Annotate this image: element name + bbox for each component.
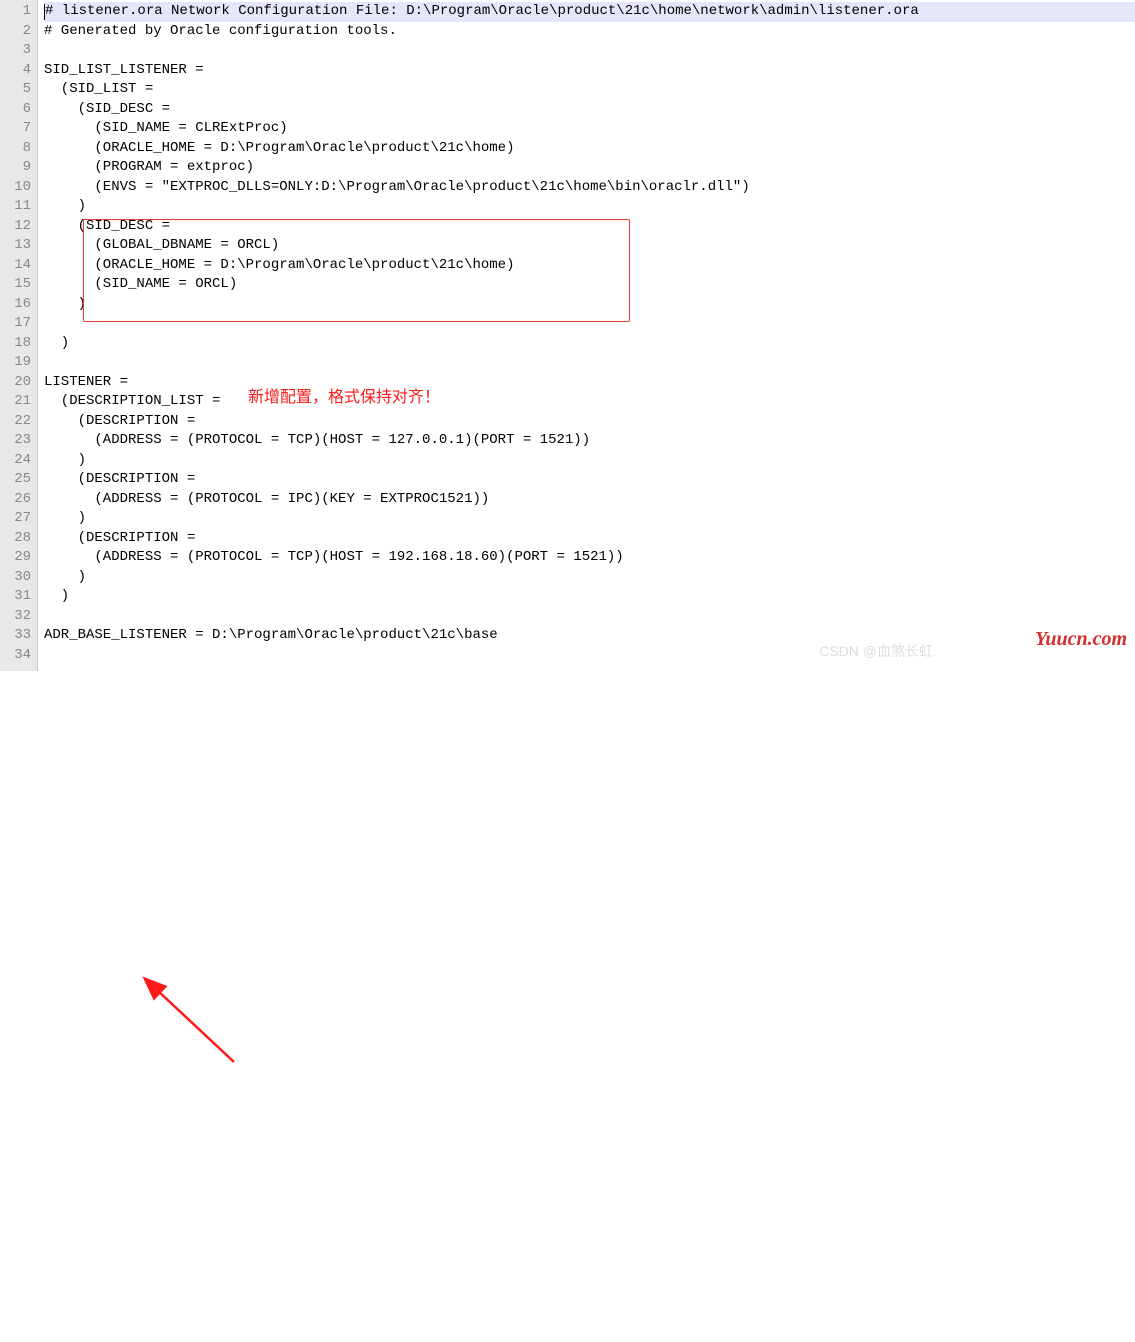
line-number: 11 (10, 197, 31, 217)
code-line[interactable]: (DESCRIPTION = (44, 529, 1135, 549)
code-line[interactable]: ) (44, 509, 1135, 529)
code-editor: 1234567891011121314151617181920212223242… (0, 0, 1135, 671)
line-number: 4 (10, 61, 31, 81)
line-number: 29 (10, 548, 31, 568)
line-number: 10 (10, 178, 31, 198)
line-number: 8 (10, 139, 31, 159)
line-number: 12 (10, 217, 31, 237)
line-number: 24 (10, 451, 31, 471)
code-line[interactable] (44, 353, 1135, 373)
code-line[interactable]: (GLOBAL_DBNAME = ORCL) (44, 236, 1135, 256)
line-number: 19 (10, 353, 31, 373)
code-line[interactable] (44, 314, 1135, 334)
code-line[interactable]: (SID_DESC = (44, 217, 1135, 237)
line-number: 25 (10, 470, 31, 490)
line-number: 17 (10, 314, 31, 334)
line-number: 32 (10, 607, 31, 627)
code-line[interactable]: (DESCRIPTION = (44, 412, 1135, 432)
code-line[interactable]: ) (44, 295, 1135, 315)
line-number: 2 (10, 22, 31, 42)
line-number: 1 (10, 2, 31, 22)
line-number: 28 (10, 529, 31, 549)
code-line[interactable]: (ENVS = "EXTPROC_DLLS=ONLY:D:\Program\Or… (44, 178, 1135, 198)
line-number: 18 (10, 334, 31, 354)
code-line[interactable]: ) (44, 451, 1135, 471)
line-number: 6 (10, 100, 31, 120)
code-line[interactable]: ADR_BASE_LISTENER = D:\Program\Oracle\pr… (44, 626, 1135, 646)
code-line[interactable]: SID_LIST_LISTENER = (44, 61, 1135, 81)
code-line[interactable]: # Generated by Oracle configuration tool… (44, 22, 1135, 42)
line-number: 5 (10, 80, 31, 100)
line-number: 33 (10, 626, 31, 646)
code-line[interactable]: (ORACLE_HOME = D:\Program\Oracle\product… (44, 139, 1135, 159)
code-line[interactable]: (ADDRESS = (PROTOCOL = TCP)(HOST = 127.0… (44, 431, 1135, 451)
code-line[interactable]: ) (44, 197, 1135, 217)
code-line[interactable]: (DESCRIPTION = (44, 470, 1135, 490)
line-number: 14 (10, 256, 31, 276)
code-line[interactable] (44, 41, 1135, 61)
code-line[interactable]: ) (44, 587, 1135, 607)
code-line[interactable]: (SID_DESC = (44, 100, 1135, 120)
line-number: 22 (10, 412, 31, 432)
line-number: 34 (10, 646, 31, 666)
line-number: 31 (10, 587, 31, 607)
code-line[interactable] (44, 607, 1135, 627)
line-number: 27 (10, 509, 31, 529)
line-number: 7 (10, 119, 31, 139)
code-line[interactable]: LISTENER = (44, 373, 1135, 393)
line-number: 26 (10, 490, 31, 510)
code-area[interactable]: # listener.ora Network Configuration Fil… (38, 0, 1135, 671)
code-line[interactable]: (SID_NAME = ORCL) (44, 275, 1135, 295)
code-line[interactable]: (ADDRESS = (PROTOCOL = TCP)(HOST = 192.1… (44, 548, 1135, 568)
code-line[interactable]: ) (44, 568, 1135, 588)
line-number: 13 (10, 236, 31, 256)
line-number: 15 (10, 275, 31, 295)
code-line[interactable]: ) (44, 334, 1135, 354)
annotation-arrow (0, 671, 1135, 1342)
code-line[interactable]: (ADDRESS = (PROTOCOL = IPC)(KEY = EXTPRO… (44, 490, 1135, 510)
text-cursor (44, 4, 45, 20)
line-number: 20 (10, 373, 31, 393)
line-number: 3 (10, 41, 31, 61)
code-line[interactable]: (SID_LIST = (44, 80, 1135, 100)
line-number: 9 (10, 158, 31, 178)
line-number: 16 (10, 295, 31, 315)
line-number: 21 (10, 392, 31, 412)
line-number-gutter: 1234567891011121314151617181920212223242… (0, 0, 38, 671)
code-line[interactable]: # listener.ora Network Configuration Fil… (44, 2, 1135, 22)
code-line[interactable]: (PROGRAM = extproc) (44, 158, 1135, 178)
code-line[interactable] (44, 646, 1135, 666)
code-line[interactable]: (ORACLE_HOME = D:\Program\Oracle\product… (44, 256, 1135, 276)
line-number: 23 (10, 431, 31, 451)
code-line[interactable]: (SID_NAME = CLRExtProc) (44, 119, 1135, 139)
code-line[interactable]: (DESCRIPTION_LIST = (44, 392, 1135, 412)
line-number: 30 (10, 568, 31, 588)
